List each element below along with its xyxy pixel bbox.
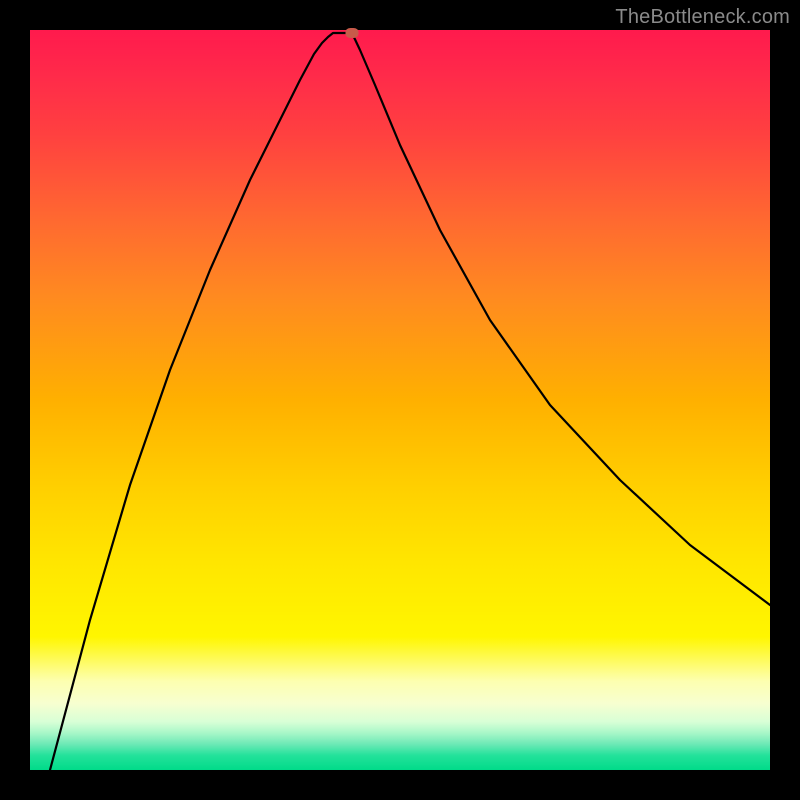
optimal-marker — [346, 28, 359, 38]
bottleneck-curve — [30, 30, 770, 770]
chart-frame: TheBottleneck.com — [0, 0, 800, 800]
plot-area — [30, 30, 770, 770]
watermark-text: TheBottleneck.com — [615, 6, 790, 29]
curve-path — [50, 33, 770, 770]
